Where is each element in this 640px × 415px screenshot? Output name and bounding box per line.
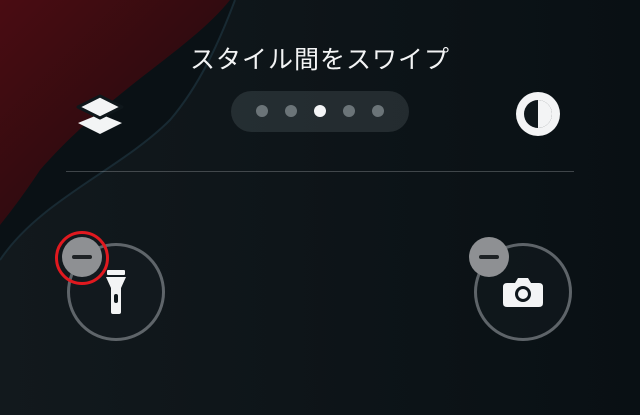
- page-dot-3-active[interactable]: [314, 105, 326, 117]
- section-divider: [66, 171, 574, 172]
- page-dot-2[interactable]: [285, 105, 297, 117]
- page-dot-1[interactable]: [256, 105, 268, 117]
- page-dot-4[interactable]: [343, 105, 355, 117]
- lock-screen-customizer: スタイル間をスワイプ: [0, 0, 640, 415]
- highlight-ring: [55, 231, 109, 285]
- contrast-circle-icon[interactable]: [514, 90, 562, 138]
- page-indicator[interactable]: [231, 91, 409, 132]
- page-dot-5[interactable]: [372, 105, 384, 117]
- minus-icon: [479, 255, 499, 259]
- swipe-styles-title: スタイル間をスワイプ: [189, 45, 450, 74]
- remove-camera-button[interactable]: [469, 237, 509, 277]
- flashlight-icon: [106, 270, 126, 314]
- stack-layers-icon[interactable]: [74, 90, 126, 138]
- camera-icon: [503, 278, 543, 307]
